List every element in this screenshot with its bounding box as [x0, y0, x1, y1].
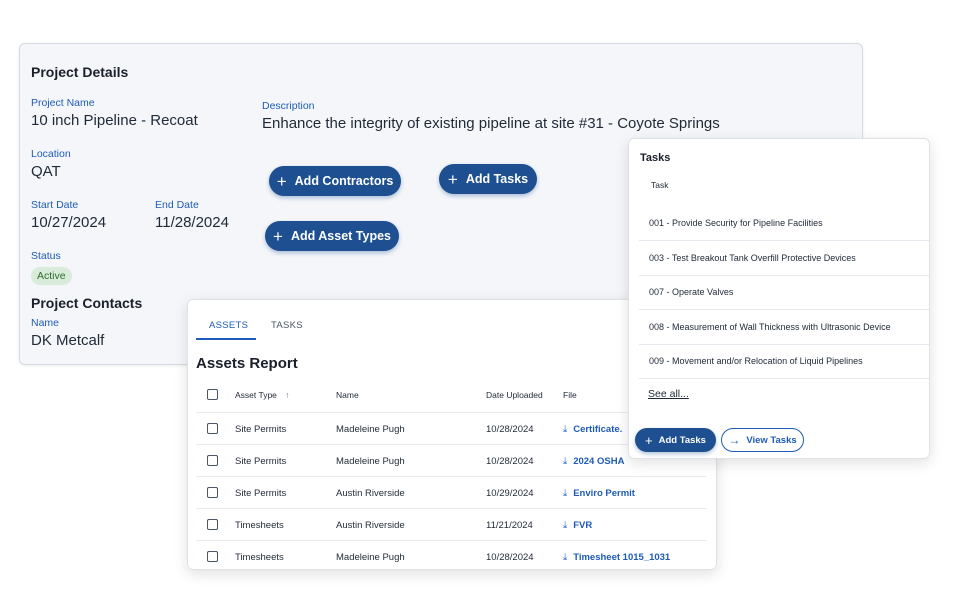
download-icon: ⤓: [563, 552, 568, 563]
add-asset-types-button[interactable]: + Add Asset Types: [265, 221, 399, 251]
plus-icon: +: [645, 432, 653, 448]
task-list-item[interactable]: 001 - Provide Security for Pipeline Faci…: [639, 206, 929, 241]
file-link-label: Certificate.: [573, 424, 623, 435]
asset-type-header-label: Asset Type: [235, 390, 277, 400]
cell-date: 10/28/2024: [486, 552, 534, 563]
plus-icon: +: [447, 169, 458, 189]
row-checkbox[interactable]: [207, 519, 218, 530]
add-tasks-panel-label: Add Tasks: [658, 434, 706, 446]
cell-asset-type: Site Permits: [235, 424, 287, 435]
row-checkbox[interactable]: [207, 455, 218, 466]
row-checkbox[interactable]: [207, 487, 218, 498]
column-header-name[interactable]: Name: [336, 390, 359, 400]
contact-name-value: DK Metcalf: [31, 332, 105, 349]
location-value: QAT: [31, 163, 61, 180]
download-icon: ⤓: [563, 424, 568, 435]
task-list-item[interactable]: 007 - Operate Valves: [639, 275, 929, 310]
download-icon: ⤓: [563, 488, 568, 499]
file-link-label: 2024 OSHA: [573, 456, 625, 467]
cell-asset-type: Timesheets: [235, 552, 284, 563]
cell-date: 10/28/2024: [486, 424, 534, 435]
cell-date: 10/28/2024: [486, 456, 534, 467]
active-tab-indicator: [196, 338, 256, 340]
file-link[interactable]: ⤓ Timesheet 1015_1031: [563, 552, 670, 563]
project-name-label: Project Name: [31, 97, 95, 109]
project-name-value: 10 inch Pipeline - Recoat: [31, 112, 198, 129]
table-row[interactable]: Site Permits Austin Riverside 10/29/2024…: [196, 476, 706, 508]
project-details-title: Project Details: [31, 64, 129, 80]
cell-name: Austin Riverside: [336, 520, 405, 531]
arrow-right-icon: →: [728, 433, 741, 447]
add-contractors-label: Add Contractors: [294, 174, 394, 188]
description-value: Enhance the integrity of existing pipeli…: [262, 115, 720, 132]
plus-icon: +: [276, 171, 287, 191]
column-header-asset-type[interactable]: Asset Type ↑: [235, 390, 290, 400]
tab-tasks[interactable]: TASKS: [271, 320, 303, 331]
download-icon: ⤓: [563, 520, 568, 531]
add-tasks-panel-button[interactable]: + Add Tasks: [635, 428, 716, 452]
cell-name: Madeleine Pugh: [336, 424, 405, 435]
add-contractors-button[interactable]: + Add Contractors: [269, 166, 401, 196]
start-date-label: Start Date: [31, 199, 79, 211]
file-link[interactable]: ⤓ 2024 OSHA: [563, 456, 624, 467]
file-link[interactable]: ⤓ Enviro Permit: [563, 488, 635, 499]
file-link-label: Timesheet 1015_1031: [573, 552, 671, 563]
row-checkbox[interactable]: [207, 423, 218, 434]
select-all-checkbox[interactable]: [207, 389, 218, 400]
plus-icon: +: [273, 226, 283, 246]
column-header-file[interactable]: File: [563, 390, 577, 400]
column-header-date-uploaded[interactable]: Date Uploaded: [486, 390, 543, 400]
table-row[interactable]: Timesheets Austin Riverside 11/21/2024 ⤓…: [196, 508, 706, 540]
cell-name: Madeleine Pugh: [336, 456, 405, 467]
row-checkbox[interactable]: [207, 551, 218, 562]
assets-report-title: Assets Report: [196, 355, 298, 372]
arrow-up-icon: ↑: [285, 390, 290, 400]
cell-asset-type: Timesheets: [235, 520, 284, 531]
download-icon: ⤓: [563, 456, 568, 467]
contact-name-label: Name: [31, 317, 60, 329]
tab-assets[interactable]: ASSETS: [209, 320, 248, 331]
task-list-item[interactable]: 003 - Test Breakout Tank Overfill Protec…: [639, 241, 929, 276]
add-tasks-button[interactable]: + Add Tasks: [439, 164, 537, 194]
file-link-label: FVR: [573, 520, 593, 531]
description-label: Description: [262, 100, 315, 112]
status-badge: Active: [31, 267, 72, 285]
table-row[interactable]: Timesheets Madeleine Pugh 10/28/2024 ⤓ Ti…: [196, 540, 706, 569]
cell-name: Madeleine Pugh: [336, 552, 405, 563]
task-column-header: Task: [651, 180, 669, 190]
cell-date: 10/29/2024: [486, 488, 534, 499]
status-label: Status: [31, 250, 61, 262]
cell-name: Austin Riverside: [336, 488, 405, 499]
view-tasks-button[interactable]: → View Tasks: [721, 428, 804, 452]
task-list-item[interactable]: 008 - Measurement of Wall Thickness with…: [639, 310, 929, 345]
cell-date: 11/21/2024: [486, 520, 533, 531]
file-link[interactable]: ⤓ FVR: [563, 520, 592, 531]
tasks-panel: Tasks Task 001 - Provide Security for Pi…: [628, 138, 930, 459]
cell-asset-type: Site Permits: [235, 456, 287, 467]
see-all-link[interactable]: See all...: [648, 388, 689, 400]
add-tasks-label: Add Tasks: [465, 172, 529, 186]
start-date-value: 10/27/2024: [31, 214, 107, 231]
add-asset-types-label: Add Asset Types: [290, 229, 391, 243]
project-contacts-title: Project Contacts: [31, 295, 143, 311]
tasks-panel-title: Tasks: [640, 152, 671, 164]
file-link-label: Enviro Permit: [573, 488, 635, 499]
task-list-item[interactable]: 009 - Movement and/or Relocation of Liqu…: [639, 344, 929, 379]
cell-asset-type: Site Permits: [235, 488, 287, 499]
location-label: Location: [31, 148, 71, 160]
view-tasks-label: View Tasks: [746, 434, 797, 446]
end-date-label: End Date: [155, 199, 199, 211]
end-date-value: 11/28/2024: [155, 214, 229, 231]
file-link[interactable]: ⤓ Certificate.: [563, 424, 622, 435]
